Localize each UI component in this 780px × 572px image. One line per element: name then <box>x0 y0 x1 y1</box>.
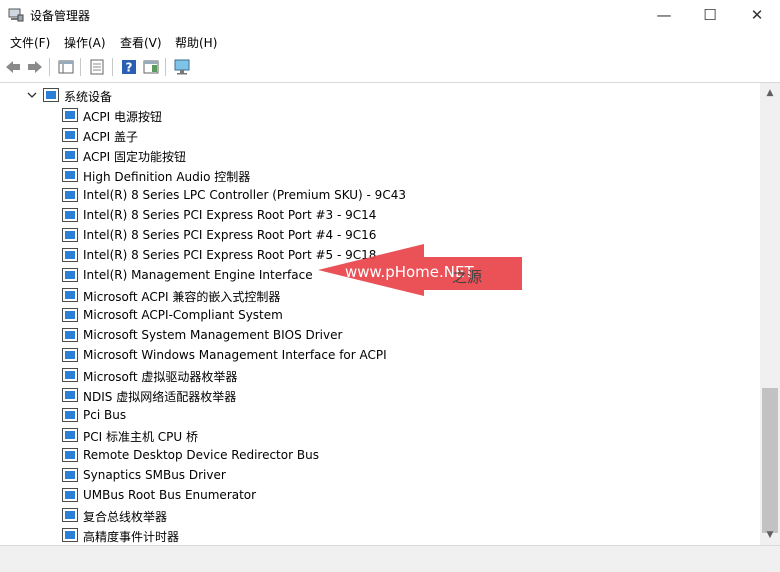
device-row[interactable]: Microsoft Windows Management Interface f… <box>0 345 760 365</box>
device-row[interactable]: UMBus Root Bus Enumerator <box>0 485 760 505</box>
scroll-up-icon[interactable]: ▲ <box>764 87 776 99</box>
scrollbar-thumb[interactable] <box>762 388 778 533</box>
device-icon <box>62 268 78 282</box>
monitor-icon[interactable] <box>173 58 191 76</box>
forward-icon[interactable] <box>26 58 44 76</box>
device-label: NDIS 虚拟网络适配器枚举器 <box>83 390 237 404</box>
device-manager-icon <box>8 8 24 22</box>
close-button[interactable]: ✕ <box>734 0 780 30</box>
show-hide-tree-icon[interactable] <box>57 58 75 76</box>
device-row[interactable]: Intel(R) 8 Series LPC Controller (Premiu… <box>0 185 760 205</box>
window-title: 设备管理器 <box>30 9 91 23</box>
maximize-button[interactable]: ☐ <box>687 0 733 30</box>
device-label: High Definition Audio 控制器 <box>83 170 251 184</box>
device-icon <box>62 328 78 342</box>
properties-icon[interactable] <box>88 58 106 76</box>
device-icon <box>62 248 78 262</box>
menu-help[interactable]: 帮助(H) <box>175 34 217 51</box>
device-icon <box>62 148 78 162</box>
device-icon <box>62 288 78 302</box>
device-row[interactable]: ACPI 固定功能按钮 <box>0 145 760 165</box>
device-label: Microsoft ACPI 兼容的嵌入式控制器 <box>83 290 281 304</box>
device-icon <box>62 468 78 482</box>
vertical-scrollbar[interactable]: ▲ ▼ <box>760 83 780 545</box>
category-label: 系统设备 <box>64 90 113 104</box>
device-label: ACPI 电源按钮 <box>83 110 162 124</box>
device-icon <box>62 228 78 242</box>
device-label: Synaptics SMBus Driver <box>83 468 226 482</box>
watermark-suffix: 之源 <box>452 268 483 286</box>
device-icon <box>62 448 78 462</box>
device-icon <box>62 208 78 222</box>
title-bar: 设备管理器 — ☐ ✕ <box>0 0 780 30</box>
device-row[interactable]: Intel(R) 8 Series PCI Express Root Port … <box>0 205 760 225</box>
device-row[interactable]: Intel(R) 8 Series PCI Express Root Port … <box>0 225 760 245</box>
menu-action[interactable]: 操作(A) <box>64 34 106 51</box>
device-label: Intel(R) 8 Series LPC Controller (Premiu… <box>83 188 406 202</box>
device-icon <box>62 488 78 502</box>
device-row[interactable]: Microsoft ACPI-Compliant System <box>0 305 760 325</box>
device-row[interactable]: Pci Bus <box>0 405 760 425</box>
device-row[interactable]: 复合总线枚举器 <box>0 505 760 525</box>
device-row[interactable]: Remote Desktop Device Redirector Bus <box>0 445 760 465</box>
action-pane-icon[interactable] <box>142 58 160 76</box>
device-row[interactable]: Microsoft 虚拟驱动器枚举器 <box>0 365 760 385</box>
device-row[interactable]: NDIS 虚拟网络适配器枚举器 <box>0 385 760 405</box>
device-row[interactable]: Microsoft System Management BIOS Driver <box>0 325 760 345</box>
device-row[interactable]: Synaptics SMBus Driver <box>0 465 760 485</box>
system-devices-icon <box>43 88 59 102</box>
device-label: Microsoft System Management BIOS Driver <box>83 328 343 342</box>
menu-file[interactable]: 文件(F) <box>10 34 50 51</box>
back-icon[interactable] <box>4 58 22 76</box>
device-label: UMBus Root Bus Enumerator <box>83 488 257 502</box>
toolbar: ? <box>0 52 780 83</box>
menu-bar: 文件(F) 操作(A) 查看(V) 帮助(H) <box>0 30 780 52</box>
device-label: Intel(R) 8 Series PCI Express Root Port … <box>83 228 377 242</box>
device-label: Intel(R) Management Engine Interface <box>83 268 313 282</box>
device-label: PCI 标准主机 CPU 桥 <box>83 430 198 444</box>
device-label: Pci Bus <box>83 408 127 422</box>
help-icon[interactable]: ? <box>120 58 138 76</box>
device-tree: 系统设备 ACPI 电源按钮 ACPI 盖子 ACPI 固定功能按钮 High Def… <box>0 83 760 545</box>
device-icon <box>62 108 78 122</box>
minimize-button[interactable]: — <box>641 0 687 30</box>
device-label: 复合总线枚举器 <box>83 510 168 524</box>
device-label: ACPI 固定功能按钮 <box>83 150 186 164</box>
device-icon <box>62 188 78 202</box>
toolbar-separator <box>49 58 50 76</box>
device-row[interactable]: 高精度事件计时器 <box>0 525 760 545</box>
device-label: Remote Desktop Device Redirector Bus <box>83 448 319 462</box>
device-icon <box>62 408 78 422</box>
device-icon <box>62 428 78 442</box>
device-row[interactable]: ACPI 盖子 <box>0 125 760 145</box>
device-icon <box>62 368 78 382</box>
scroll-down-icon[interactable]: ▼ <box>764 529 776 541</box>
device-label: Microsoft Windows Management Interface f… <box>83 348 387 362</box>
device-label: Microsoft 虚拟驱动器枚举器 <box>83 370 238 384</box>
svg-text:?: ? <box>126 61 133 75</box>
device-icon <box>62 348 78 362</box>
device-row[interactable]: ACPI 电源按钮 <box>0 105 760 125</box>
device-row[interactable]: PCI 标准主机 CPU 桥 <box>0 425 760 445</box>
device-label: 高精度事件计时器 <box>83 530 180 544</box>
device-row[interactable]: High Definition Audio 控制器 <box>0 165 760 185</box>
toolbar-separator <box>112 58 113 76</box>
chevron-down-icon[interactable] <box>26 89 38 101</box>
tree-category-row[interactable]: 系统设备 <box>0 85 760 105</box>
toolbar-separator <box>80 58 81 76</box>
device-icon <box>62 168 78 182</box>
status-bar <box>0 545 780 572</box>
device-icon <box>62 388 78 402</box>
device-icon <box>62 128 78 142</box>
device-icon <box>62 308 78 322</box>
toolbar-separator <box>165 58 166 76</box>
device-icon <box>62 528 78 542</box>
menu-view[interactable]: 查看(V) <box>120 34 162 51</box>
device-label: Intel(R) 8 Series PCI Express Root Port … <box>83 208 377 222</box>
device-label: ACPI 盖子 <box>83 130 138 144</box>
device-label: Microsoft ACPI-Compliant System <box>83 308 283 322</box>
device-icon <box>62 508 78 522</box>
